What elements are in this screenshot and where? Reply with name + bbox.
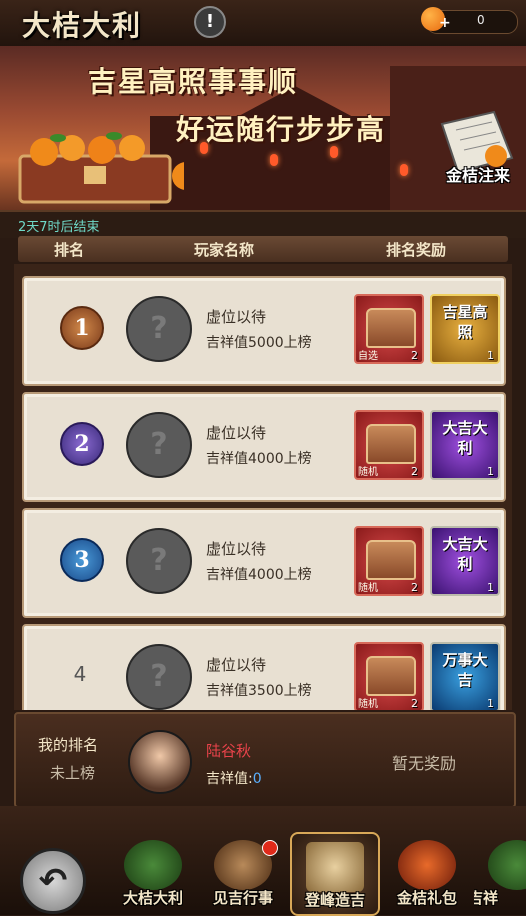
avatar: ? — [126, 644, 192, 710]
page-title: 大桔大利 — [22, 9, 143, 42]
reward-chest[interactable]: 自选 2 — [354, 294, 424, 364]
event-banner: 吉星高照事事顺 好运随行步步高 金桔注来 — [0, 46, 526, 210]
card-text: 大吉大利 — [442, 419, 488, 457]
chest-label: 自选 — [358, 351, 378, 362]
reward-chest[interactable]: 随机 2 — [354, 410, 424, 480]
rank-condition: 吉祥值4000上榜 — [206, 451, 312, 467]
rank-number: 4 — [73, 662, 87, 686]
avatar: ? — [126, 528, 192, 594]
plus-icon[interactable]: + — [439, 16, 451, 30]
nav-label: 大桔大利 — [122, 889, 183, 907]
chest-label: 随机 — [358, 583, 378, 594]
player-name: 虚位以待 — [206, 540, 267, 558]
currency-display[interactable]: + 0 — [421, 7, 518, 34]
nav-label: 吉祥 — [474, 889, 499, 907]
reward-count: 2 — [411, 349, 418, 362]
ranking-board-icon — [306, 842, 364, 892]
question-mark-avatar-icon: ? — [150, 427, 168, 462]
treasure-chest-icon — [366, 540, 416, 580]
treasure-chest-icon — [366, 308, 416, 348]
reward-count: 2 — [411, 697, 418, 710]
back-arrow-icon: ↶ — [38, 861, 68, 901]
nav-item-jinjulibao[interactable]: 金桔礼包 — [384, 832, 470, 912]
lantern-icon — [270, 154, 278, 166]
my-reward-status: 暂无奖励 — [392, 754, 457, 773]
reward-chest[interactable]: 随机 2 — [354, 642, 424, 710]
rank-condition: 吉祥值4000上榜 — [206, 567, 312, 583]
column-header: 排名 玩家名称 排名奖励 — [18, 236, 508, 262]
banner-slogan-line1: 吉星高照事事顺 — [88, 65, 299, 98]
nav-item-jixiang[interactable]: 吉祥 — [474, 832, 526, 912]
ranking-row: 4 ? 虚位以待 吉祥值3500上榜 随机 2 万事大吉 1 — [22, 624, 506, 710]
nav-label: 金桔礼包 — [396, 889, 457, 907]
reward-count: 1 — [487, 697, 494, 710]
countdown-bar: 2天7时后结束 — [0, 210, 526, 238]
card-text: 吉星高照 — [442, 303, 488, 341]
reward-count: 2 — [411, 581, 418, 594]
column-rank: 排名 — [54, 241, 85, 259]
column-player: 玩家名称 — [194, 241, 255, 259]
book-label[interactable]: 金桔注来 — [436, 162, 520, 186]
my-score-value: 0 — [252, 771, 262, 787]
reward-card[interactable]: 万事大吉 1 — [430, 642, 500, 710]
my-player-name: 陆谷秋 — [206, 742, 252, 760]
top-header: 大桔大利 ! + 0 — [0, 0, 526, 46]
avatar: ? — [126, 412, 192, 478]
ranking-row: 1 ? 虚位以待 吉祥值5000上榜 自选 2 吉星高照 1 — [22, 276, 506, 386]
my-rank-status: 未上榜 — [50, 764, 96, 782]
nav-label: 登峰造吉 — [304, 891, 365, 909]
bottom-nav-bar: ↶ 大桔大利 见吉行事 登峰造吉 金桔礼包 吉祥 — [0, 806, 526, 916]
my-score-label: 吉祥值: — [206, 771, 253, 787]
reward-card[interactable]: 吉星高照 1 — [430, 294, 500, 364]
chest-label: 随机 — [358, 699, 378, 710]
player-name: 虚位以待 — [206, 308, 267, 326]
gift-bag-icon — [398, 840, 456, 890]
reward-count: 1 — [487, 465, 494, 478]
rank-medal: 3 — [60, 538, 104, 582]
question-mark-avatar-icon: ? — [150, 543, 168, 578]
reward-chest[interactable]: 随机 2 — [354, 526, 424, 596]
treasure-chest-icon — [366, 656, 416, 696]
my-rank-panel: 我的排名 未上榜 陆谷秋 吉祥值:0 暂无奖励 — [14, 712, 516, 808]
reward-count: 2 — [411, 465, 418, 478]
nav-item-dengfengzaoji[interactable]: 登峰造吉 — [290, 832, 380, 916]
question-mark-avatar-icon: ? — [150, 659, 168, 694]
card-text: 大吉大利 — [442, 535, 488, 573]
reward-count: 1 — [487, 349, 494, 362]
rank-condition: 吉祥值3500上榜 — [206, 683, 312, 699]
back-button[interactable]: ↶ — [20, 848, 86, 914]
ranking-list[interactable]: 1 ? 虚位以待 吉祥值5000上榜 自选 2 吉星高照 1 2 ? 虚位以待 … — [14, 264, 512, 710]
avatar — [128, 730, 192, 794]
chest-label: 随机 — [358, 467, 378, 478]
reward-card[interactable]: 大吉大利 1 — [430, 410, 500, 480]
ranking-row: 3 ? 虚位以待 吉祥值4000上榜 随机 2 大吉大利 1 — [22, 508, 506, 618]
player-name: 虚位以待 — [206, 656, 267, 674]
currency-value: 0 — [477, 13, 485, 27]
column-reward: 排名奖励 — [386, 241, 447, 259]
question-mark-avatar-icon: ? — [150, 311, 168, 346]
ranking-row: 2 ? 虚位以待 吉祥值4000上榜 随机 2 大吉大利 1 — [22, 392, 506, 502]
countdown-text: 2天7时后结束 — [18, 220, 100, 235]
rank-medal: 2 — [60, 422, 104, 466]
lantern-icon — [400, 164, 408, 176]
avatar: ? — [126, 296, 192, 362]
nav-label: 见吉行事 — [212, 889, 273, 907]
rank-medal: 1 — [60, 306, 104, 350]
orange-tree-icon — [124, 840, 182, 890]
orange-chest-icon — [18, 132, 184, 204]
reward-card[interactable]: 大吉大利 1 — [430, 526, 500, 596]
nav-item-dajudali[interactable]: 大桔大利 — [110, 832, 196, 912]
lucky-icon — [488, 840, 526, 890]
my-score: 吉祥值:0 — [206, 768, 262, 788]
nav-item-jianjixingshi[interactable]: 见吉行事 — [200, 832, 286, 912]
banner-slogan-line2: 好运随行步步高 — [176, 113, 387, 146]
my-rank-label: 我的排名 — [38, 736, 99, 754]
reward-count: 1 — [487, 581, 494, 594]
info-button[interactable]: ! — [194, 6, 226, 38]
notification-dot — [262, 840, 278, 856]
player-name: 虚位以待 — [206, 424, 267, 442]
rank-condition: 吉祥值5000上榜 — [206, 335, 312, 351]
treasure-chest-icon — [366, 424, 416, 464]
card-text: 万事大吉 — [442, 651, 488, 689]
